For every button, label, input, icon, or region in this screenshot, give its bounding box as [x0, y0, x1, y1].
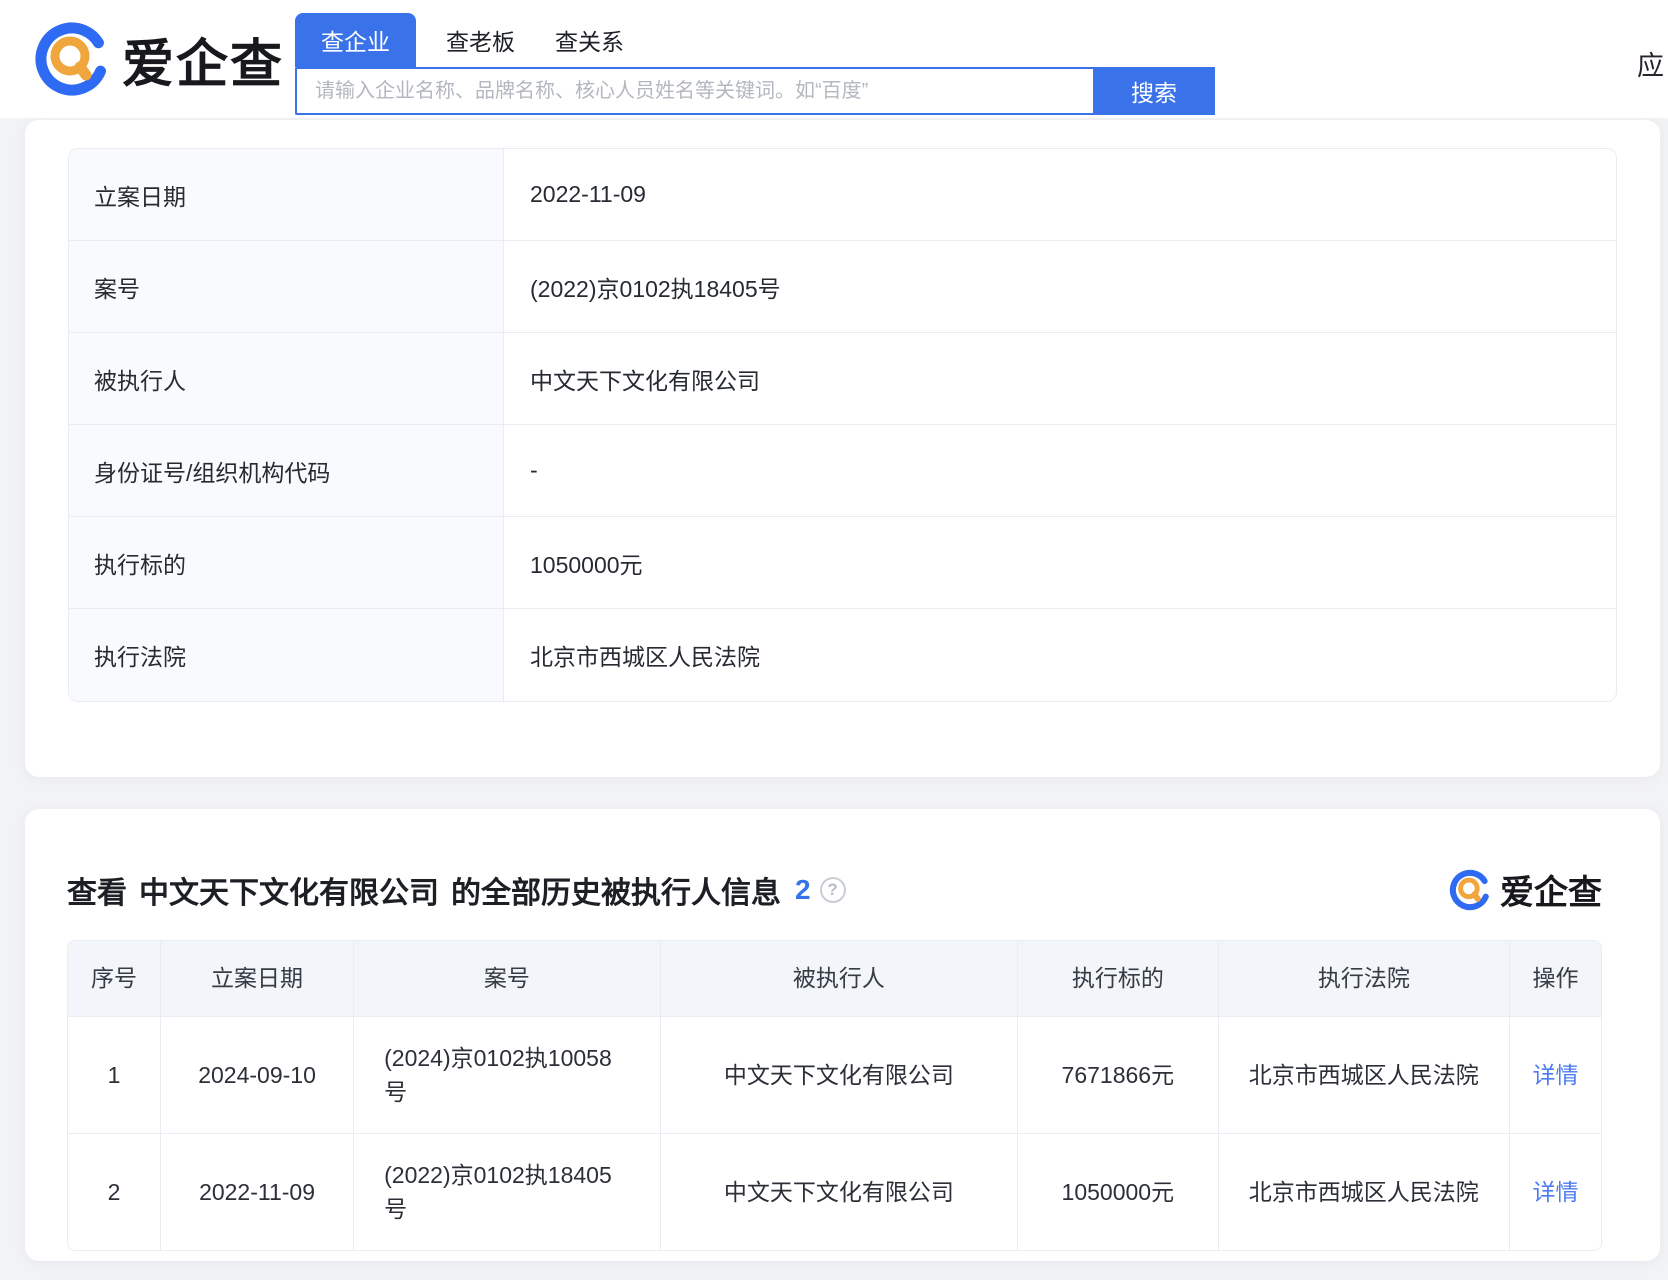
aiqicha-magnifier-icon	[34, 21, 110, 97]
page-content: 立案日期 2022-11-09 案号 (2022)京0102执18405号 被执…	[0, 118, 1668, 1261]
column-header: 执行标的	[1017, 941, 1218, 1016]
aiqicha-magnifier-icon	[1449, 869, 1491, 911]
tab-boss-search[interactable]: 查老板	[446, 13, 515, 67]
table-row: 被执行人 中文天下文化有限公司	[69, 333, 1616, 425]
company-name: 中文天下文化有限公司	[139, 868, 439, 912]
tab-relation-search[interactable]: 查关系	[555, 13, 624, 67]
table-row: 案号 (2022)京0102执18405号	[69, 241, 1616, 333]
search-area: 查企业 查老板 查关系 搜索	[295, 13, 1215, 115]
row-value: 北京市西城区人民法院	[504, 609, 1616, 701]
cell-action: 详情	[1509, 1134, 1601, 1250]
title-prefix: 查看	[67, 868, 127, 912]
logo-wordmark: 爱企查	[122, 22, 284, 97]
row-value: 1050000元	[504, 517, 1616, 608]
table-row: 身份证号/组织机构代码 -	[69, 425, 1616, 517]
search-button[interactable]: 搜索	[1093, 67, 1215, 115]
enforcement-detail-table: 立案日期 2022-11-09 案号 (2022)京0102执18405号 被执…	[68, 148, 1617, 702]
cell-index: 1	[68, 1017, 160, 1133]
history-section-header: 查看 中文天下文化有限公司 的全部历史被执行人信息 2 ? 爱企查	[67, 865, 1602, 914]
cell-filing-date: 2024-09-10	[160, 1017, 353, 1133]
search-input[interactable]	[295, 67, 1093, 115]
cell-case-number: (2022)京0102执18405号	[353, 1134, 660, 1250]
cell-action: 详情	[1509, 1017, 1601, 1133]
table-header-row: 序号 立案日期 案号 被执行人 执行标的 执行法院 操作	[68, 941, 1601, 1016]
row-value: (2022)京0102执18405号	[504, 241, 1616, 332]
cell-executee: 中文天下文化有限公司	[660, 1134, 1017, 1250]
details-link[interactable]: 详情	[1532, 1058, 1578, 1093]
enforcement-detail-card: 立案日期 2022-11-09 案号 (2022)京0102执18405号 被执…	[25, 120, 1660, 777]
logo-wordmark: 爱企查	[1500, 865, 1602, 914]
search-bar: 搜索	[295, 67, 1215, 115]
row-label: 案号	[69, 241, 504, 332]
table-row: 1 2024-09-10 (2024)京0102执10058号 中文天下文化有限…	[68, 1016, 1601, 1133]
row-label: 身份证号/组织机构代码	[69, 425, 504, 516]
watermark-logo: 爱企查	[1449, 865, 1602, 914]
top-header: 爱企查 查企业 查老板 查关系 搜索 应	[0, 0, 1668, 118]
cell-index: 2	[68, 1134, 160, 1250]
column-header: 立案日期	[160, 941, 353, 1016]
table-row: 立案日期 2022-11-09	[69, 149, 1616, 241]
cell-amount: 7671866元	[1017, 1017, 1218, 1133]
record-count-badge: 2	[795, 874, 811, 906]
top-right-nav-link[interactable]: 应	[1637, 44, 1664, 83]
card-gap	[25, 777, 1660, 809]
cell-filing-date: 2022-11-09	[160, 1134, 353, 1250]
row-label: 被执行人	[69, 333, 504, 424]
table-row: 执行标的 1050000元	[69, 517, 1616, 609]
column-header: 序号	[68, 941, 160, 1016]
details-link[interactable]: 详情	[1532, 1175, 1578, 1210]
title-suffix: 的全部历史被执行人信息	[451, 868, 781, 912]
cell-court: 北京市西城区人民法院	[1218, 1134, 1509, 1250]
aiqicha-logo[interactable]: 爱企查	[34, 21, 284, 97]
history-card: 查看 中文天下文化有限公司 的全部历史被执行人信息 2 ? 爱企查	[25, 809, 1660, 1261]
row-value: 中文天下文化有限公司	[504, 333, 1616, 424]
cell-amount: 1050000元	[1017, 1134, 1218, 1250]
help-icon[interactable]: ?	[820, 877, 846, 903]
column-header: 执行法院	[1218, 941, 1509, 1016]
column-header: 案号	[353, 941, 660, 1016]
row-label: 立案日期	[69, 149, 504, 240]
cell-executee: 中文天下文化有限公司	[660, 1017, 1017, 1133]
row-value: -	[504, 425, 1616, 516]
row-value: 2022-11-09	[504, 149, 1616, 240]
search-tabs: 查企业 查老板 查关系	[295, 13, 1215, 67]
row-label: 执行法院	[69, 609, 504, 701]
history-table: 序号 立案日期 案号 被执行人 执行标的 执行法院 操作 1 2024-09-1…	[67, 940, 1602, 1251]
table-row: 2 2022-11-09 (2022)京0102执18405号 中文天下文化有限…	[68, 1133, 1601, 1250]
table-row: 执行法院 北京市西城区人民法院	[69, 609, 1616, 701]
column-header: 被执行人	[660, 941, 1017, 1016]
cell-court: 北京市西城区人民法院	[1218, 1017, 1509, 1133]
page-title: 查看 中文天下文化有限公司 的全部历史被执行人信息 2 ?	[67, 868, 846, 912]
column-header: 操作	[1509, 941, 1601, 1016]
tab-company-search[interactable]: 查企业	[295, 13, 416, 67]
cell-case-number: (2024)京0102执10058号	[353, 1017, 660, 1133]
row-label: 执行标的	[69, 517, 504, 608]
